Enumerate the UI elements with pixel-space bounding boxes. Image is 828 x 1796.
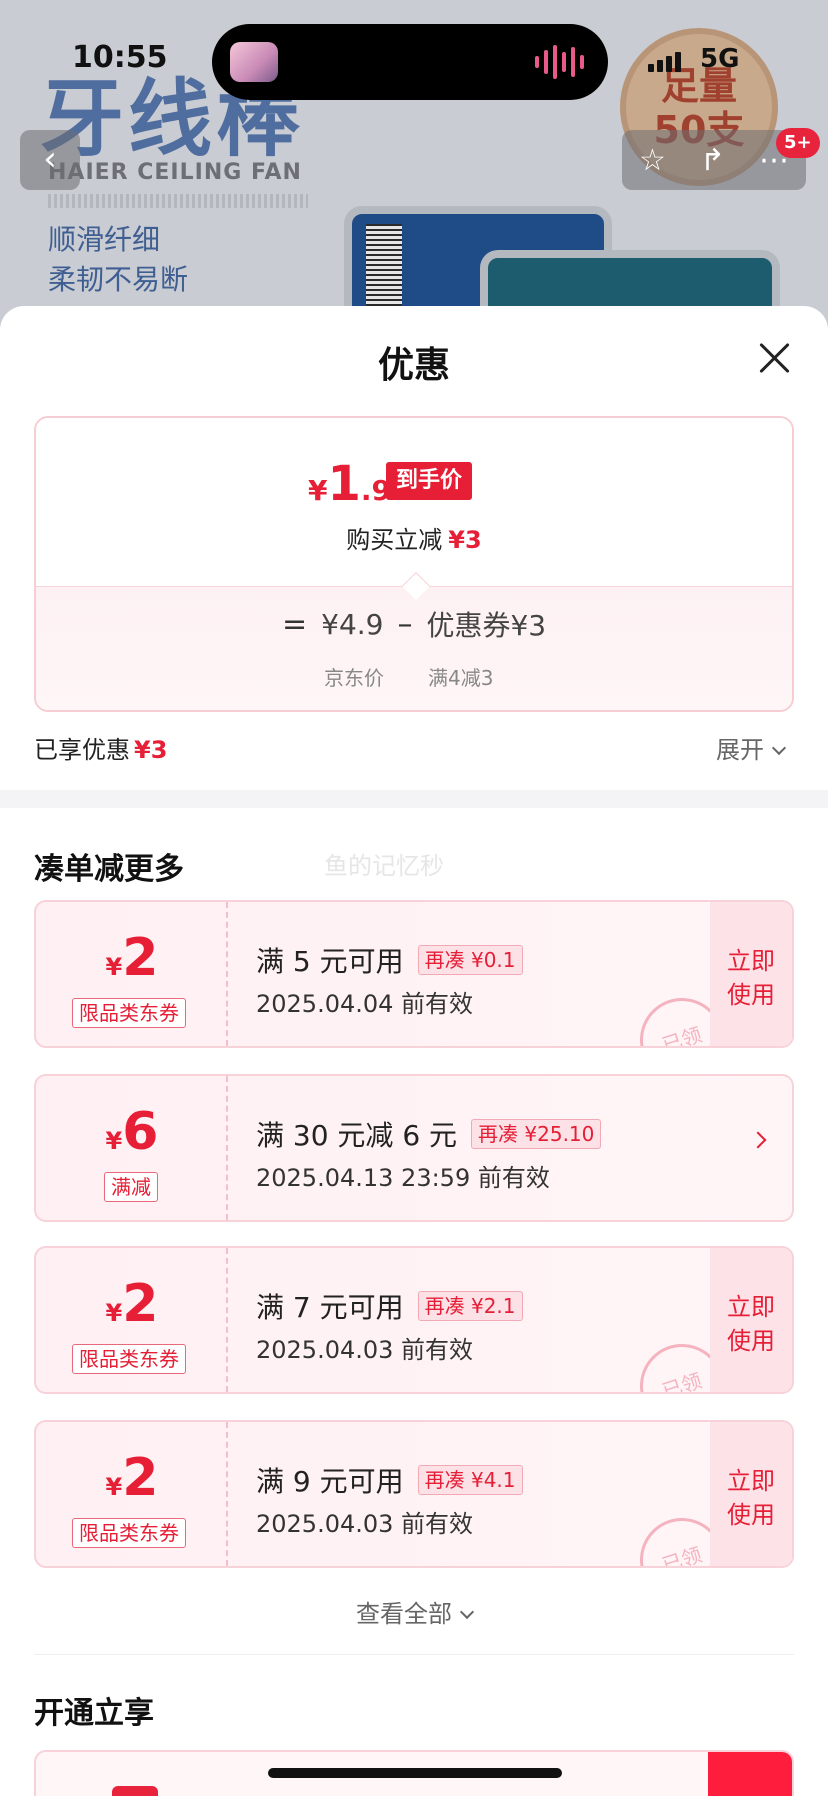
- final-price-int: 1: [327, 456, 361, 512]
- coupon-condition-text: 满 7 元可用: [256, 1291, 404, 1324]
- coupon-condition: 满 30 元减 6 元 再凑 ¥25.10: [256, 1114, 602, 1154]
- currency-symbol: ¥: [105, 1473, 123, 1501]
- coupon-condition-text: 满 5 元可用: [256, 945, 404, 978]
- use-now-button[interactable]: 立即 使用: [710, 1422, 792, 1566]
- chevron-right-icon[interactable]: [749, 1131, 767, 1149]
- coupon-condition-text: 满 9 元可用: [256, 1465, 404, 1498]
- currency-symbol: ¥: [105, 953, 123, 981]
- coupon-expiry: 2025.04.03 前有效: [256, 1510, 474, 1538]
- watermark: 鱼的记忆秒: [324, 852, 444, 880]
- enjoyed-discount: 已享优惠 ¥3: [34, 730, 167, 765]
- coupon-value-area: ¥2 限品类东券: [36, 1248, 228, 1392]
- coupon-remaining-badge: 再凑 ¥0.1: [417, 945, 523, 975]
- enjoyed-label: 已享优惠: [34, 736, 130, 764]
- product-fineprint: [48, 194, 308, 208]
- divider: [34, 1654, 794, 1655]
- product-subtitle-en: HAIER CEILING FAN: [48, 160, 302, 185]
- coupon-remaining-badge: 再凑 ¥4.1: [417, 1465, 523, 1495]
- coupon-amount: ¥2: [36, 1448, 228, 1508]
- home-indicator[interactable]: [268, 1768, 562, 1778]
- final-price: ¥ 1 .9: [308, 456, 391, 512]
- price-formula: = ¥4.9 – 优惠券¥3: [282, 604, 546, 644]
- enjoyed-amount: ¥3: [134, 736, 168, 764]
- coupon-condition: 满 5 元可用 再凑 ¥0.1: [256, 940, 523, 980]
- chevron-down-icon: [459, 1604, 475, 1620]
- member-action-button[interactable]: [708, 1752, 792, 1796]
- view-all-button[interactable]: 查看全部: [0, 1594, 828, 1629]
- coupon-condition: 满 7 元可用 再凑 ¥2.1: [256, 1286, 523, 1326]
- use-now-button[interactable]: 立即 使用: [710, 902, 792, 1046]
- coupon-deduction: 优惠券¥3: [426, 609, 547, 642]
- back-button[interactable]: ‹: [20, 130, 80, 190]
- status-time: 10:55: [72, 40, 168, 75]
- expand-button[interactable]: 展开: [716, 730, 787, 765]
- use-now-button[interactable]: 立即 使用: [710, 1248, 792, 1392]
- coupon-amount: ¥2: [36, 1274, 228, 1334]
- signal-icon: [648, 52, 681, 72]
- jd-price-caption: 京东价: [324, 666, 384, 690]
- close-icon[interactable]: [754, 338, 794, 378]
- coupon-amount-value: 2: [122, 928, 159, 988]
- dynamic-island: [212, 24, 608, 100]
- coupon-type-badge: 限品类东券: [72, 1518, 186, 1548]
- section-separator: [0, 790, 828, 808]
- chevron-left-icon: ‹: [43, 139, 57, 179]
- product-desc-line-2: 柔韧不易断: [48, 263, 189, 296]
- star-icon[interactable]: ☆: [639, 143, 666, 178]
- coupon-card[interactable]: ¥6 满减 满 30 元减 6 元 再凑 ¥25.10 2025.04.13 2…: [34, 1074, 794, 1222]
- coupon-value-area: ¥6 满减: [36, 1076, 228, 1220]
- jd-price: ¥4.9: [321, 607, 384, 641]
- coupon-type-badge: 限品类东券: [72, 998, 186, 1028]
- share-icon[interactable]: ↱: [700, 143, 725, 178]
- coupon-amount: ¥2: [36, 928, 228, 988]
- coupon-caption: 满4减3: [428, 666, 494, 690]
- coupon-card[interactable]: ¥2 限品类东券 满 9 元可用 再凑 ¥4.1 2025.04.03 前有效 …: [34, 1420, 794, 1568]
- instant-cut: 购买立减 ¥3: [36, 520, 792, 555]
- instant-cut-amount: ¥3: [448, 526, 482, 554]
- coupon-remaining-badge: 再凑 ¥2.1: [417, 1291, 523, 1321]
- coupon-type-badge: 限品类东券: [72, 1344, 186, 1374]
- coupon-amount-value: 6: [122, 1102, 159, 1162]
- price-breakdown-card: ¥ 1 .9 到手价 购买立减 ¥3 = ¥4.9 – 优惠券¥3 京东价 满4减…: [34, 416, 794, 712]
- network-label: 5G: [700, 44, 740, 74]
- currency-symbol: ¥: [308, 474, 328, 507]
- coupon-value-area: ¥2 限品类东券: [36, 902, 228, 1046]
- coupon-type-badge: 满减: [104, 1172, 158, 1202]
- currency-symbol: ¥: [105, 1299, 123, 1327]
- minus-sign: –: [397, 606, 413, 642]
- coupon-condition: 满 9 元可用 再凑 ¥4.1: [256, 1460, 523, 1500]
- coupon-remaining-badge: 再凑 ¥25.10: [471, 1119, 602, 1149]
- coupon-value-area: ¥2 限品类东券: [36, 1422, 228, 1566]
- coupon-expiry: 2025.04.04 前有效: [256, 990, 474, 1018]
- currency-symbol: ¥: [105, 1127, 123, 1155]
- coupon-expiry: 2025.04.03 前有效: [256, 1336, 474, 1364]
- product-desc-line-1: 顺滑纤细: [48, 223, 161, 256]
- member-icon: [112, 1786, 158, 1796]
- coupon-card[interactable]: ¥2 限品类东券 满 7 元可用 再凑 ¥2.1 2025.04.03 前有效 …: [34, 1246, 794, 1394]
- coupon-expiry: 2025.04.13 23:59 前有效: [256, 1164, 550, 1192]
- price-card-top: [36, 418, 792, 586]
- equals-sign: =: [282, 606, 308, 642]
- sheet-title: 优惠: [377, 345, 450, 386]
- audio-wave-icon: [535, 44, 584, 80]
- coupon-card[interactable]: ¥2 限品类东券 满 5 元可用 再凑 ¥0.1 2025.04.04 前有效 …: [34, 900, 794, 1048]
- coupon-amount: ¥6: [36, 1102, 228, 1162]
- expand-label: 展开: [716, 736, 764, 764]
- instant-cut-label: 购买立减: [346, 526, 443, 554]
- final-price-tag: 到手价: [386, 462, 473, 500]
- chevron-down-icon: [771, 740, 787, 756]
- view-all-label: 查看全部: [356, 1600, 452, 1628]
- now-playing-artwork: [230, 42, 278, 82]
- notification-badge: 5+: [776, 128, 820, 158]
- coupon-amount-value: 2: [122, 1448, 159, 1508]
- discount-sheet: 优惠 ¥ 1 .9 到手价 购买立减 ¥3 = ¥4.9 – 优惠券¥3 京东价 …: [0, 306, 828, 1796]
- coupon-condition-text: 满 30 元减 6 元: [256, 1119, 458, 1152]
- section-title-more: 凑单减更多: [34, 852, 184, 887]
- section-title-member: 开通立享: [34, 1696, 154, 1731]
- coupon-amount-value: 2: [122, 1274, 159, 1334]
